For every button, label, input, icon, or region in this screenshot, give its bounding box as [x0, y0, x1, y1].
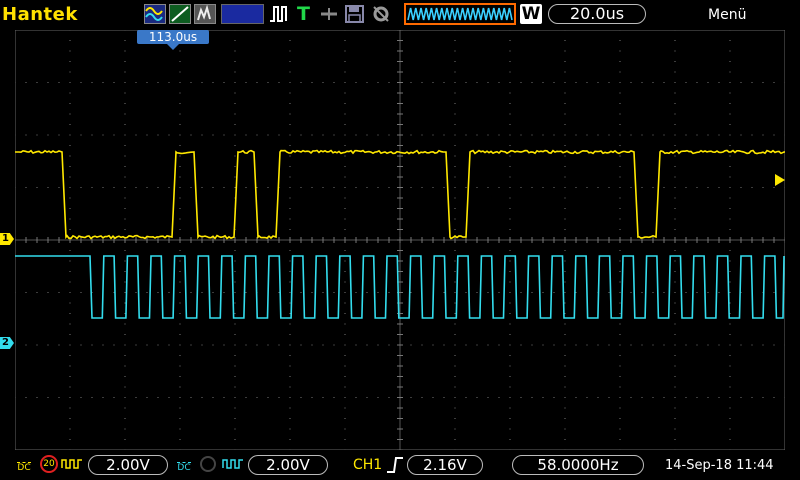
ch1-coupling-label: DC [17, 463, 31, 473]
datetime: 14-Sep-18 11:44 [665, 458, 774, 473]
status-blank-box [221, 4, 264, 24]
top-bar: Hantek T W 20.0us Menü [0, 0, 800, 30]
ch2-volts-div[interactable]: 2.00V [248, 455, 328, 475]
ch2-bandwidth-icon[interactable] [199, 455, 217, 473]
mode-xy-icon[interactable] [169, 4, 191, 24]
ch1-marker[interactable]: 1 [0, 233, 14, 245]
ch1-volts-div[interactable]: 2.00V [88, 455, 168, 475]
trigger-position-label[interactable]: 113.0us [137, 30, 209, 44]
settings-icon[interactable] [370, 4, 392, 24]
ch2-coupling-label: DC [177, 463, 191, 473]
run-stop-icon[interactable] [268, 4, 290, 24]
trigger-icon[interactable]: T [297, 3, 310, 25]
brand-logo: Hantek [2, 4, 78, 25]
ch1-invert-icon[interactable] [61, 456, 83, 472]
waveform-icon [407, 7, 513, 21]
ch1-marker-label: 1 [2, 233, 9, 244]
scope-screen [15, 30, 785, 450]
trigger-level[interactable]: 2.16V [407, 455, 483, 475]
frequency-readout: 58.0000Hz [512, 455, 644, 475]
ch1-bandwidth-limit[interactable]: 20 [40, 455, 58, 473]
mode-yt-icon[interactable] [144, 4, 166, 24]
ch2-marker-label: 2 [2, 337, 9, 348]
ch2-marker[interactable]: 2 [0, 337, 14, 349]
ch1-coupling[interactable]: DC [16, 454, 32, 473]
trigger-source[interactable]: CH1 [353, 457, 382, 473]
memory-waveform-indicator[interactable] [404, 3, 516, 25]
save-icon[interactable] [344, 4, 366, 24]
timebase-value[interactable]: 20.0us [548, 4, 646, 24]
trigger-edge-icon[interactable] [385, 455, 405, 475]
menu-button[interactable]: Menü [708, 7, 746, 23]
mode-sample-icon[interactable] [194, 4, 216, 24]
ch1-bandwidth-label: 20 [43, 459, 55, 469]
trigger-position-arrow [167, 44, 179, 50]
mode-icon-group [144, 4, 216, 24]
timebase-mode-badge: W [520, 4, 542, 24]
cursor-icon[interactable] [318, 4, 340, 24]
ch2-invert-icon[interactable] [222, 456, 244, 472]
ch2-coupling[interactable]: DC [176, 454, 192, 473]
